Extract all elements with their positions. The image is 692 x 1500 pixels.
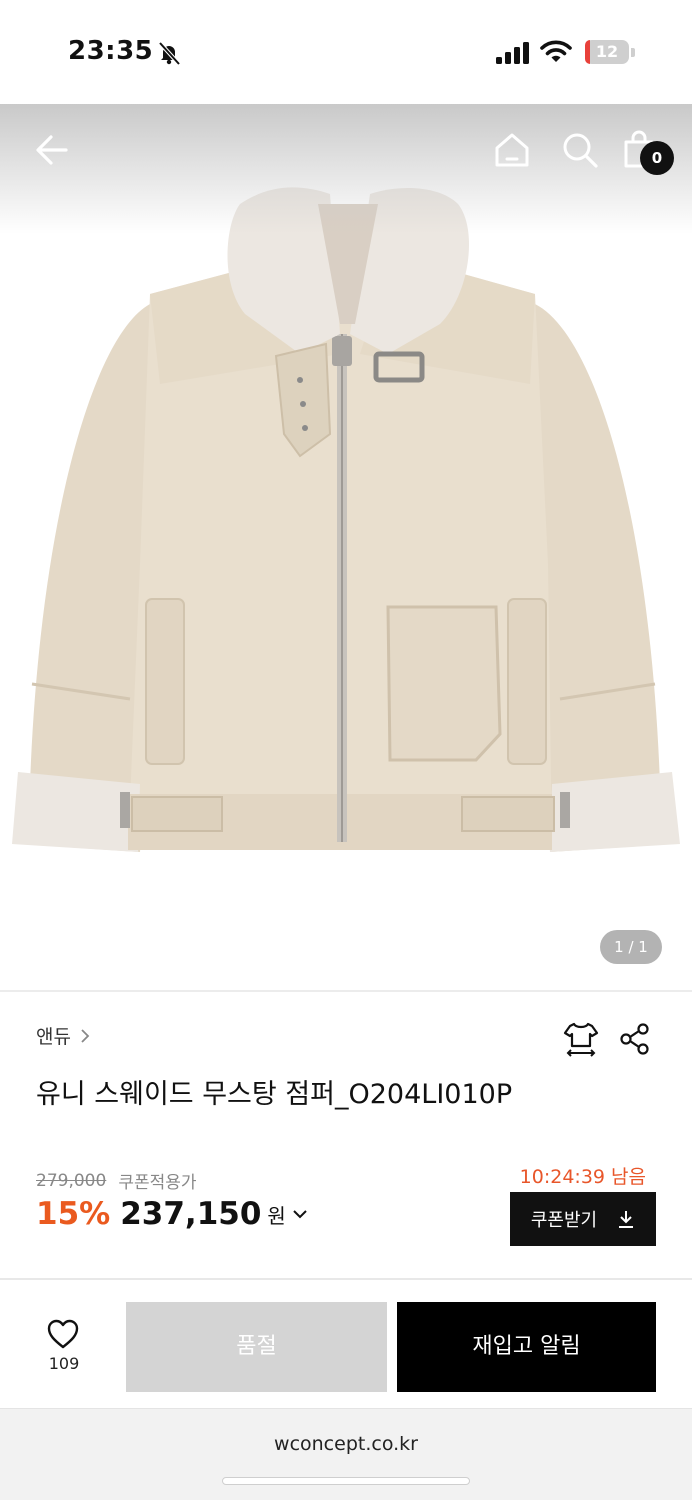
status-time: 23:35: [68, 36, 154, 66]
discount-rate: 15%: [36, 1196, 111, 1232]
cart-count-badge[interactable]: 0: [640, 141, 674, 175]
image-page-indicator: 1 / 1: [600, 930, 662, 964]
home-indicator[interactable]: [222, 1477, 470, 1485]
bell-slash-icon: [158, 41, 181, 66]
chevron-down-icon[interactable]: [292, 1208, 308, 1220]
product-name: 유니 스웨이드 무스탕 점퍼_O204LI010P: [36, 1079, 513, 1110]
battery-level: 12: [595, 42, 619, 61]
battery-icon: 12: [585, 40, 635, 64]
like-count: 109: [48, 1354, 80, 1373]
status-bar: 23:35 12: [0, 0, 692, 104]
like-button[interactable]: 109: [36, 1318, 92, 1374]
product-info: 앤듀 유니 스웨이드 무스탕 점퍼_O204LI010P 279,000 쿠폰적…: [0, 990, 692, 1278]
size-guide-icon[interactable]: [562, 1020, 600, 1058]
brand-name[interactable]: 앤듀: [36, 1022, 71, 1049]
back-arrow-icon[interactable]: [30, 128, 74, 172]
get-coupon-button[interactable]: 쿠폰받기: [510, 1192, 656, 1246]
get-coupon-label: 쿠폰받기: [530, 1210, 598, 1231]
sale-price: 237,150: [120, 1196, 262, 1232]
original-price: 279,000: [36, 1170, 107, 1191]
sold-out-button[interactable]: 품절: [126, 1302, 387, 1392]
chevron-right-icon: [81, 1028, 90, 1043]
restock-alert-button[interactable]: 재입고 알림: [397, 1302, 656, 1392]
jacket-product-photo: [12, 187, 680, 852]
url-text[interactable]: wconcept.co.kr: [0, 1433, 692, 1455]
coupon-timer: 10:24:39 남음: [519, 1166, 646, 1188]
brand-link[interactable]: 앤듀: [36, 1022, 91, 1049]
share-icon[interactable]: [618, 1022, 652, 1056]
cellular-signal-icon: [496, 42, 529, 64]
original-price-row: 279,000 쿠폰적용가: [36, 1168, 197, 1194]
wifi-icon: [540, 40, 572, 62]
currency-unit: 원: [267, 1203, 286, 1228]
coupon-price-note: 쿠폰적용가: [118, 1173, 197, 1193]
sale-price-row[interactable]: 15% 237,150 원: [36, 1196, 308, 1232]
home-icon[interactable]: [490, 128, 534, 172]
heart-icon: [47, 1319, 79, 1349]
search-icon[interactable]: [558, 128, 602, 172]
product-image-gallery[interactable]: 0 1 / 1: [0, 104, 692, 990]
download-icon: [619, 1211, 634, 1228]
purchase-action-bar: 109 품절 재입고 알림: [0, 1278, 692, 1408]
browser-url-bar[interactable]: wconcept.co.kr: [0, 1408, 692, 1500]
